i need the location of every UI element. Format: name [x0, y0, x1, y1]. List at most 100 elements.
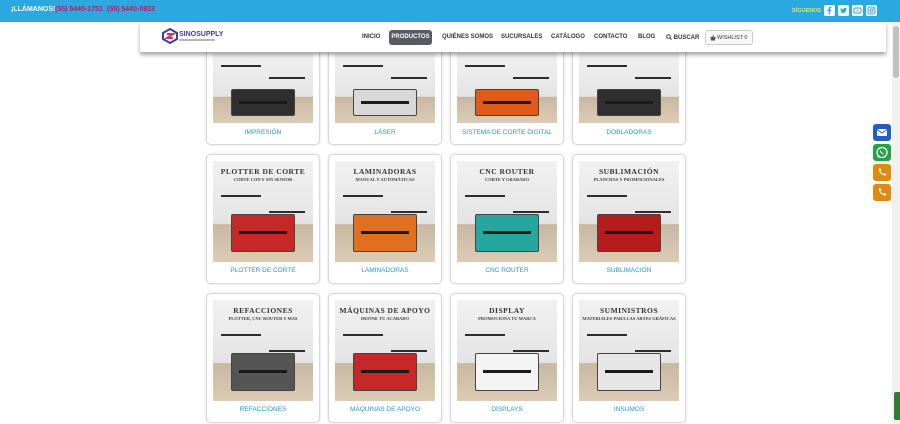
product-image[interactable]: [335, 53, 435, 123]
shelf-decoration: [587, 334, 627, 336]
product-label[interactable]: DISPLAYS: [451, 406, 563, 413]
product-card[interactable]: CNC ROUTER CORTE Y GRABADO CNC ROUTER: [450, 154, 564, 284]
shelf-decoration: [635, 350, 671, 352]
product-label[interactable]: MÁQUINAS DE APOYO: [329, 406, 441, 413]
product-card[interactable]: REFACCIONES PLOTTER, CNC ROUTER Y MAS REFA…: [206, 293, 320, 423]
instagram-icon[interactable]: [866, 5, 877, 16]
shelf-decoration: [221, 195, 261, 197]
product-image[interactable]: [457, 53, 557, 123]
product-card[interactable]: MÁQUINAS DE APOYO DEFINE TU ACABADO MÁQUIN…: [328, 293, 442, 423]
product-label[interactable]: LÁSER: [329, 129, 441, 136]
product-card[interactable]: SISTEMA DE CORTE DIGITAL: [450, 46, 564, 145]
call-label: ¡LLÁMANOS!: [11, 6, 56, 13]
product-label[interactable]: SUBLIMACIÓN: [573, 267, 685, 274]
product-label[interactable]: CNC ROUTER: [451, 267, 563, 274]
nav-quienes-somos[interactable]: QUIÉNES SOMOS: [442, 34, 493, 40]
product-card[interactable]: SUMINISTROS MATERIALES PARA LAS ARTES GRÁ…: [572, 293, 686, 423]
product-image[interactable]: REFACCIONES PLOTTER, CNC ROUTER Y MAS: [213, 300, 313, 401]
product-machine-detail: [361, 231, 409, 234]
product-image[interactable]: LAMINADORAS MANUAL Y AUTOMÁTICAS: [335, 161, 435, 262]
nav-sucursales[interactable]: SUCURSALES: [501, 34, 542, 40]
product-card[interactable]: LÁSER: [328, 46, 442, 145]
shelf-decoration: [587, 195, 627, 197]
product-image-heading: MÁQUINAS DE APOYO: [339, 306, 431, 315]
shelf-decoration: [343, 195, 383, 197]
product-image-heading: SUMINISTROS: [599, 306, 658, 315]
logo-mark-icon: [162, 28, 178, 44]
phone-link-1[interactable]: (55) 5440-1751: [55, 6, 103, 13]
shelf-decoration: [343, 65, 383, 67]
shelf-decoration: [269, 211, 305, 213]
product-image[interactable]: CNC ROUTER CORTE Y GRABADO: [457, 161, 557, 262]
shelf-decoration: [635, 77, 671, 79]
shelf-decoration: [635, 211, 671, 213]
phone-float-button-1[interactable]: [873, 164, 891, 181]
nav-blog[interactable]: BLOG: [638, 34, 655, 40]
nav-contacto[interactable]: CONTACTO: [594, 34, 627, 40]
phone-link-2[interactable]: (55) 5440-0933: [107, 6, 155, 13]
wishlist-button[interactable]: WISHLIST 0: [705, 30, 753, 45]
product-label[interactable]: IMPRESIÓN: [207, 129, 319, 136]
product-machine-detail: [361, 101, 409, 104]
shelf-decoration: [269, 350, 305, 352]
product-card[interactable]: PLOTTER DE CORTE CORTE CON Y SIN SENSOR PL…: [206, 154, 320, 284]
product-image-heading: PLOTTER DE CORTE: [220, 167, 306, 176]
follow-label: SÍGUENOS: [792, 8, 822, 14]
site-logo[interactable]: SINOSUPPLY: [162, 27, 223, 47]
nav-buscar[interactable]: BUSCAR: [666, 34, 699, 41]
product-image-heading: DISPLAY: [489, 306, 525, 315]
product-image-subheading: PLANCHAS Y PROMOCIONALES: [593, 177, 665, 182]
scrollbar-thumb[interactable]: [893, 26, 899, 78]
product-image[interactable]: SUBLIMACIÓN PLANCHAS Y PROMOCIONALES: [579, 161, 679, 262]
youtube-icon[interactable]: [852, 5, 863, 16]
product-label[interactable]: LAMINADORAS: [329, 267, 441, 274]
product-card[interactable]: LAMINADORAS MANUAL Y AUTOMÁTICAS LAMINADOR…: [328, 154, 442, 284]
whatsapp-float-button[interactable]: [873, 144, 891, 161]
product-image[interactable]: PLOTTER DE CORTE CORTE CON Y SIN SENSOR: [213, 161, 313, 262]
product-machine-detail: [605, 231, 653, 234]
product-card[interactable]: DISPLAY PROMOCIONA TU MARCA DISPLAYS: [450, 293, 564, 423]
product-machine-detail: [605, 370, 653, 373]
product-image-subheading: CORTE CON Y SIN SENSOR: [233, 177, 293, 182]
nav-productos[interactable]: PRODUCTOS: [389, 30, 432, 45]
product-card[interactable]: DOBLADORAS: [572, 46, 686, 145]
product-machine-detail: [483, 231, 531, 234]
twitter-icon[interactable]: [838, 5, 849, 16]
product-card[interactable]: IMPRESIÓN: [206, 46, 320, 145]
nav-catalogo[interactable]: CATÁLOGO: [551, 34, 585, 40]
product-label[interactable]: PLOTTER DE CORTE: [207, 267, 319, 274]
product-image-subheading: PROMOCIONA TU MARCA: [478, 316, 536, 321]
product-image[interactable]: [579, 53, 679, 123]
email-float-button[interactable]: [873, 124, 891, 141]
product-machine-detail: [605, 101, 653, 104]
product-image[interactable]: MÁQUINAS DE APOYO DEFINE TU ACABADO: [335, 300, 435, 401]
shelf-decoration: [513, 211, 549, 213]
phone-float-button-2[interactable]: [873, 184, 891, 201]
product-label[interactable]: SISTEMA DE CORTE DIGITAL: [451, 129, 563, 136]
wishlist-label: WISHLIST 0: [717, 35, 748, 41]
basket-icon: [710, 35, 716, 41]
facebook-icon[interactable]: [824, 5, 835, 16]
product-label[interactable]: REFACCIONES: [207, 406, 319, 413]
product-image-heading: SUBLIMACIÓN: [598, 167, 660, 176]
product-machine-detail: [239, 231, 287, 234]
shelf-decoration: [465, 334, 505, 336]
product-image[interactable]: DISPLAY PROMOCIONA TU MARCA: [457, 300, 557, 401]
product-machine-detail: [361, 370, 409, 373]
product-label[interactable]: INSUMOS: [573, 406, 685, 413]
product-card[interactable]: SUBLIMACIÓN PLANCHAS Y PROMOCIONALES SUBLI…: [572, 154, 686, 284]
shelf-decoration: [391, 350, 427, 352]
shelf-decoration: [513, 77, 549, 79]
shelf-decoration: [465, 195, 505, 197]
product-image-heading: LAMINADORAS: [353, 167, 417, 176]
page-scrollbar[interactable]: [892, 22, 900, 424]
shelf-decoration: [391, 211, 427, 213]
product-image-heading: REFACCIONES: [233, 306, 293, 315]
shelf-decoration: [391, 77, 427, 79]
nav-inicio[interactable]: INICIO: [362, 34, 380, 40]
product-image[interactable]: [213, 53, 313, 123]
product-label[interactable]: DOBLADORAS: [573, 129, 685, 136]
product-image-subheading: DEFINE TU ACABADO: [361, 316, 409, 321]
product-image[interactable]: SUMINISTROS MATERIALES PARA LAS ARTES GRÁ…: [579, 300, 679, 401]
nav-buscar-label: BUSCAR: [673, 35, 700, 41]
